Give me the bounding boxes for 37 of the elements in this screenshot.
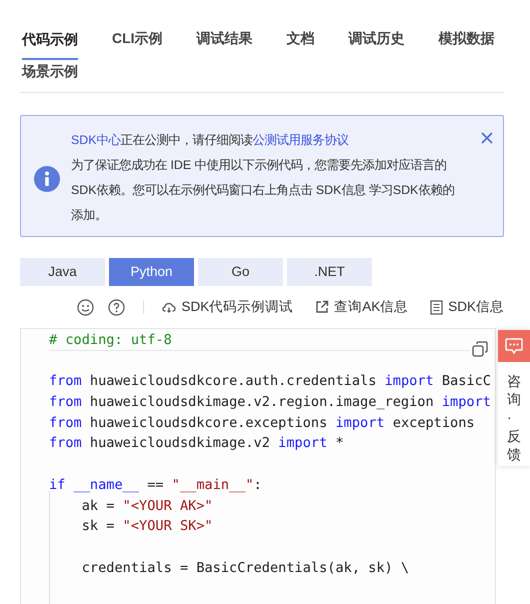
share-icon: [315, 300, 330, 314]
code-line: # coding: utf-8: [49, 331, 172, 350]
code-line: if __name__ == "__main__":: [49, 476, 262, 495]
cloud-icon: [162, 300, 176, 314]
code-line: from huaweicloudsdkcore.exceptions import exceptions: [49, 414, 475, 433]
code-line: from huaweicloudsdkimage.v2.region.image_region import: [49, 393, 491, 412]
toolbar-button[interactable]: 查询AK信息: [315, 296, 408, 318]
smiley-icon[interactable]: [77, 298, 94, 316]
code-line: from huaweicloudsdkimage.v2 import *: [49, 434, 344, 454]
tab[interactable]: 调试历史: [348, 26, 405, 59]
info-icon: [34, 166, 60, 192]
copy-icon[interactable]: [472, 341, 488, 357]
language-tab[interactable]: Go: [198, 258, 283, 286]
tab[interactable]: CLI示例: [112, 26, 163, 59]
toolbar-button[interactable]: SDK信息: [430, 296, 504, 318]
tab[interactable]: 代码示例: [22, 26, 78, 60]
document-icon: [430, 300, 444, 314]
code-line: from huaweicloudsdkcore.auth.credentials import BasicC: [49, 372, 491, 392]
language-tab[interactable]: Java: [20, 258, 105, 286]
code-line: credentials = BasicCredentials(ak, sk) \: [80, 558, 410, 578]
agreement-link[interactable]: SDK中心: [71, 133, 120, 147]
code-line: ak = "<YOUR AK>": [80, 496, 213, 516]
chat-icon: [505, 338, 523, 354]
notice-title: SDK中心正在公测中，请仔细阅读公测试用服务协议: [71, 132, 350, 149]
toolbar-button[interactable]: SDK代码示例调试: [162, 296, 294, 318]
code-line: sk = "<YOUR SK>": [80, 517, 213, 536]
language-tab[interactable]: .NET: [287, 258, 372, 286]
help-icon[interactable]: [108, 298, 126, 316]
language-tab[interactable]: Python: [109, 258, 194, 286]
tab[interactable]: 文档: [286, 26, 315, 59]
feedback-button[interactable]: [498, 330, 530, 362]
tab[interactable]: 场景示例: [22, 59, 78, 92]
tab[interactable]: 调试结果: [196, 26, 253, 59]
tab[interactable]: 模拟数据: [438, 26, 495, 59]
agreement-link[interactable]: 公测试用服务协议: [252, 133, 348, 147]
close-icon[interactable]: [481, 132, 493, 144]
notice-text: 为了保证您成功在 IDE 中使用以下示例代码，您需要先添加对应语言的SDK依赖。您可以在示例代码窗口右上角点击 SDK信息 学习SDK依赖的添加。: [71, 157, 456, 224]
